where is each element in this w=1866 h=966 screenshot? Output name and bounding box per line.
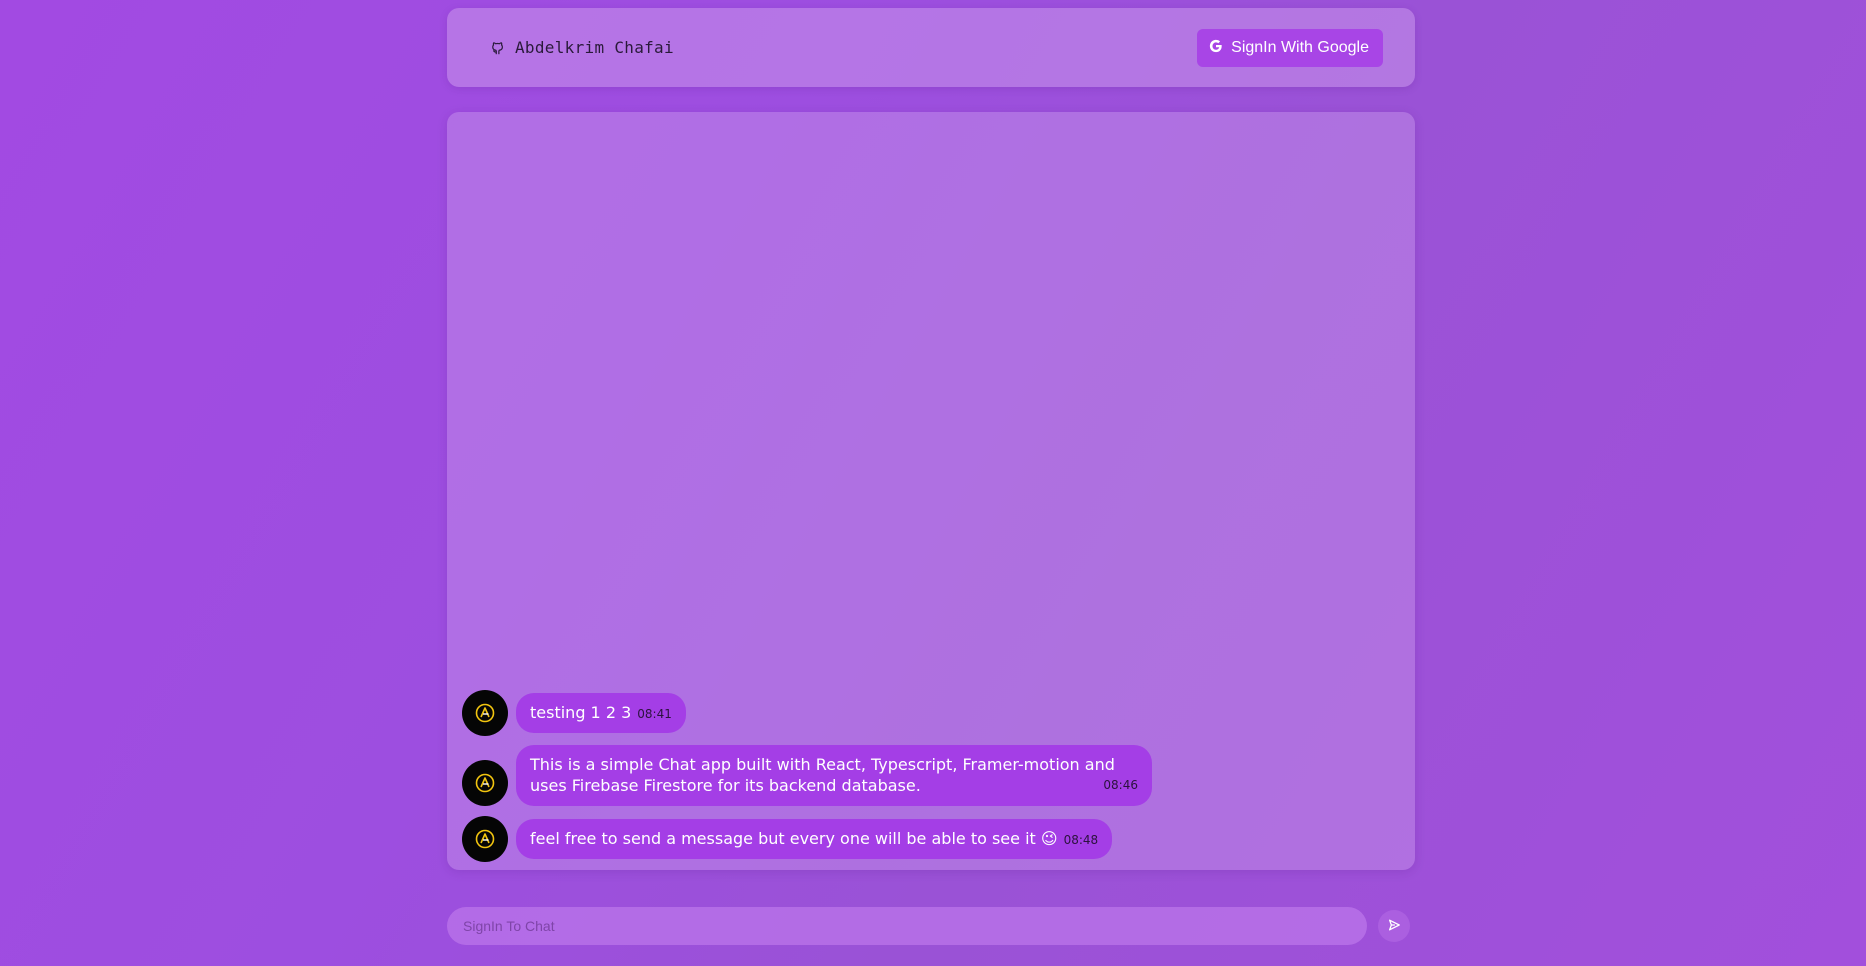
google-icon [1209,39,1223,58]
signin-google-button[interactable]: SignIn With Google [1197,29,1383,67]
message-text: feel free to send a message but every on… [530,829,1058,848]
send-button[interactable] [1378,910,1410,942]
github-icon [491,41,505,55]
brand-name: Abdelkrim Chafai [515,38,674,57]
message-text: testing 1 2 3 [530,703,632,722]
message-row: testing 1 2 3 08:41 [462,690,686,736]
signin-label: SignIn With Google [1231,39,1369,56]
message-time: 08:46 [1103,778,1138,792]
user-avatar [462,816,508,862]
message-input[interactable] [447,907,1367,945]
brand-link[interactable]: Abdelkrim Chafai [491,38,674,57]
user-avatar [462,760,508,806]
chat-messages-panel[interactable]: testing 1 2 3 08:41 This is a simple Chat… [447,112,1415,870]
send-icon [1387,918,1401,935]
message-composer [447,907,1415,945]
message-row: feel free to send a message but every on… [462,816,1113,862]
app-header: Abdelkrim Chafai SignIn With Google [447,8,1415,87]
message-text: This is a simple Chat app built with Rea… [530,755,1115,795]
message-row: This is a simple Chat app built with Rea… [462,745,1152,806]
message-time: 08:41 [637,707,672,721]
message-bubble: feel free to send a message but every on… [516,819,1113,859]
message-bubble: testing 1 2 3 08:41 [516,693,686,733]
user-avatar [462,690,508,736]
message-time: 08:48 [1063,833,1099,847]
message-bubble: This is a simple Chat app built with Rea… [516,745,1152,806]
